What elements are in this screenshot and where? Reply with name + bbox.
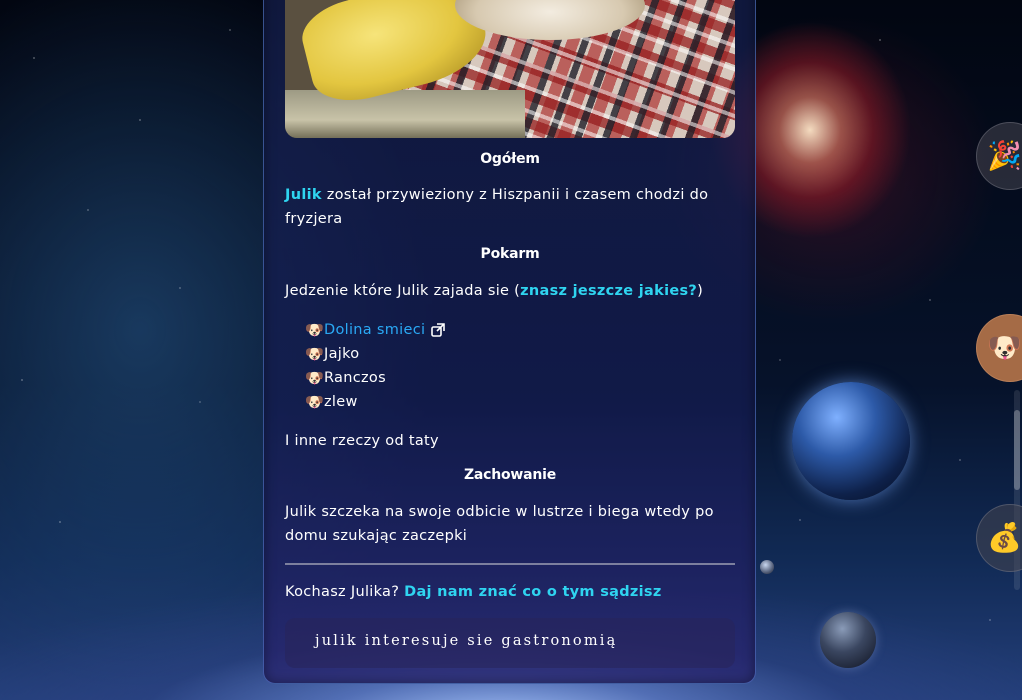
side-rail-scroll-thumb[interactable] [1014, 410, 1020, 490]
party-button[interactable]: 🎉 [976, 122, 1022, 190]
dog-button[interactable]: 🐶 [976, 314, 1022, 382]
background-moon [820, 612, 876, 668]
feedback-line: Kochasz Julika? Daj nam znać co o tym są… [285, 580, 735, 604]
food-item-link[interactable]: Dolina smieci [324, 318, 425, 342]
feedback-question: Kochasz Julika? [285, 584, 405, 600]
food-intro: Jedzenie które Julik zajada sie (znasz j… [285, 279, 735, 303]
background-planet [792, 382, 910, 500]
photo-sheet [285, 90, 525, 138]
background-small-planet [760, 560, 774, 574]
dog-face-icon: 🐶 [305, 369, 324, 387]
list-item: 🐶 Ranczos [305, 366, 445, 390]
feedback-link[interactable]: Daj nam znać co o tym sądzisz [404, 584, 661, 600]
behavior-heading: Zachowanie [463, 467, 557, 483]
food-list: 🐶 Dolina smieci 🐶 Jajko 🐶 Ranczos 🐶 zlew [305, 318, 446, 414]
section-divider [285, 563, 735, 565]
list-item: 🐶 zlew [305, 390, 445, 414]
dog-face-icon: 🐶 [987, 331, 1022, 364]
food-intro-close: ) [697, 283, 704, 299]
food-intro-text: Jedzenie które Julik zajada sie ( [285, 283, 521, 299]
food-item-label: zlew [324, 394, 358, 410]
overview-text: został przywieziony z Hiszpanii i czasem… [285, 187, 709, 227]
suggest-food-link[interactable]: znasz jeszcze jakies? [520, 283, 697, 299]
donate-button[interactable]: 💰 [976, 504, 1022, 572]
dog-face-icon: 🐶 [305, 393, 324, 411]
food-item-label: Jajko [324, 346, 360, 362]
overview-paragraph: Julik został przywieziony z Hiszpanii i … [285, 183, 735, 231]
behavior-paragraph: Julik szczeka na swoje odbicie w lustrze… [285, 504, 714, 544]
money-bag-icon: 💰 [987, 521, 1022, 554]
code-block: julik interesuje sie gastronomią [285, 618, 735, 668]
julik-link[interactable]: Julik [285, 187, 322, 203]
food-heading: Pokarm [480, 246, 540, 262]
list-item: 🐶 Jajko [305, 342, 445, 366]
food-item-label: Ranczos [324, 370, 386, 386]
dog-face-icon: 🐶 [305, 345, 324, 363]
overview-heading: Ogółem [480, 151, 540, 167]
list-item: 🐶 Dolina smieci [305, 318, 446, 342]
dog-face-icon: 🐶 [305, 321, 324, 339]
external-link-icon[interactable] [431, 323, 446, 337]
side-rail: 🎉 🐶 💰 [976, 120, 1022, 590]
party-popper-icon: 🎉 [987, 139, 1022, 172]
food-outro: I inne rzeczy od taty [285, 433, 439, 449]
dog-photo [285, 0, 735, 138]
